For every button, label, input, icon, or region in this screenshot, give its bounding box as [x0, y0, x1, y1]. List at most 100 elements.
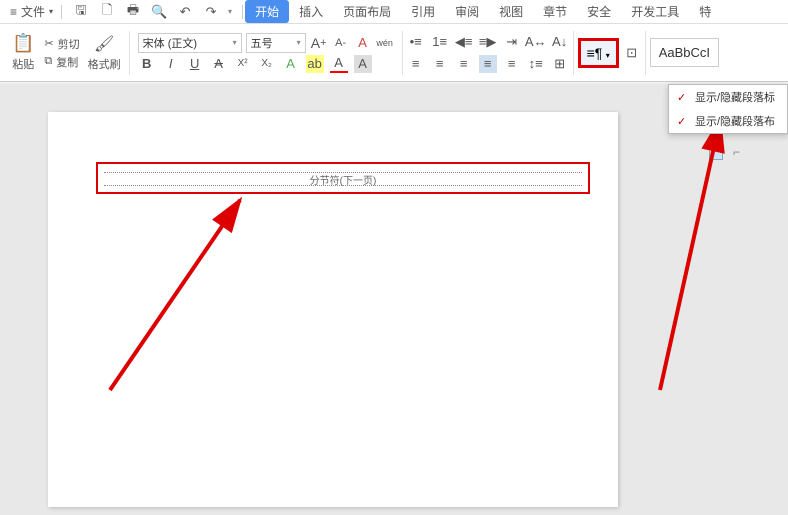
dropdown-item-label: 显示/隐藏段落标: [695, 89, 775, 105]
section-break-label: 分节符(下一页): [310, 172, 377, 187]
clipboard-group: ✂ 剪切 ⧉ 复制: [44, 36, 79, 70]
tab-developer[interactable]: 开发工具: [621, 0, 689, 23]
workspace: 分节符(下一页) ⌐: [0, 84, 788, 515]
superscript-button[interactable]: X²: [234, 55, 252, 73]
heading-nav-button[interactable]: ⊡: [623, 44, 641, 62]
separator: [402, 31, 403, 75]
font-size-combo[interactable]: 五号 ▾: [246, 33, 306, 53]
toggle-paragraph-layout[interactable]: ✓ 显示/隐藏段落布: [669, 109, 787, 133]
italic-button[interactable]: I: [162, 55, 180, 73]
quick-access-toolbar: 🖫 🗋 🖶 🔍 ↶ ↷ ▾: [64, 3, 240, 21]
document-page[interactable]: 分节符(下一页): [48, 112, 618, 507]
font-name-value: 宋体 (正文): [143, 35, 197, 51]
ribbon: 📋 粘贴 ✂ 剪切 ⧉ 复制 🖌 格式刷 宋体 (正文) ▾ 五号 ▾ A+ A…: [0, 24, 788, 82]
highlight-button[interactable]: ab: [306, 55, 324, 73]
align-distribute-button[interactable]: ≡: [503, 55, 521, 73]
align-center-button[interactable]: ≡: [431, 55, 449, 73]
preview-icon[interactable]: 🔍: [150, 3, 168, 21]
decrease-font-button[interactable]: A-: [332, 34, 350, 52]
chevron-down-icon: ▾: [606, 51, 610, 60]
scissors-icon: ✂: [44, 37, 53, 50]
tab-view[interactable]: 视图: [489, 0, 533, 23]
tab-review[interactable]: 审阅: [445, 0, 489, 23]
paragraph-group: •≡ 1≡ ◀≡ ≡▶ ⇥ A↔ A↓ ≡ ≡ ≡ ≡ ≡ ↕≡ ⊞: [407, 33, 569, 73]
font-size-value: 五号: [251, 35, 273, 51]
cut-button[interactable]: ✂ 剪切: [44, 36, 79, 52]
paste-button[interactable]: 📋 粘贴: [6, 31, 40, 74]
brush-label: 格式刷: [88, 56, 121, 72]
formatting-dropdown: ✓ 显示/隐藏段落标 ✓ 显示/隐藏段落布: [668, 84, 788, 134]
check-icon: ✓: [677, 115, 687, 128]
separator: [573, 31, 574, 75]
tab-chapter[interactable]: 章节: [533, 0, 577, 23]
clipboard-icon: 📋: [12, 33, 34, 54]
text-effects-button[interactable]: A: [282, 55, 300, 73]
nav-pane-thumb[interactable]: ⌐: [709, 144, 740, 160]
style-normal[interactable]: AaBbCcI: [650, 38, 719, 67]
align-left-button[interactable]: ≡: [407, 55, 425, 73]
tab-page-layout[interactable]: 页面布局: [333, 0, 401, 23]
underline-button[interactable]: U: [186, 55, 204, 73]
align-right-button[interactable]: ≡: [455, 55, 473, 73]
format-painter-button[interactable]: 🖌 格式刷: [84, 34, 125, 72]
chevron-down-icon[interactable]: ▾: [228, 7, 232, 16]
bold-button[interactable]: B: [138, 55, 156, 73]
chevron-down-icon: ▾: [49, 7, 53, 16]
increase-font-button[interactable]: A+: [310, 34, 328, 52]
file-menu[interactable]: ≡ 文件 ▾: [4, 3, 59, 20]
menubar: ≡ 文件 ▾ 🖫 🗋 🖶 🔍 ↶ ↷ ▾ 开始 插入 页面布局 引用 审阅 视图…: [0, 0, 788, 24]
separator: [242, 5, 243, 19]
separator: [61, 5, 62, 19]
style-sample-text: AaBbCcI: [659, 45, 710, 60]
page-container: 分节符(下一页): [0, 84, 788, 515]
show-hide-formatting-button[interactable]: ≡¶ ▾: [578, 38, 619, 68]
font-color-button[interactable]: A: [330, 55, 348, 73]
decrease-indent-button[interactable]: ◀≡: [455, 33, 473, 51]
check-icon: ✓: [677, 91, 687, 104]
toggle-paragraph-marks[interactable]: ✓ 显示/隐藏段落标: [669, 85, 787, 109]
clear-format-button[interactable]: A: [354, 34, 372, 52]
pilcrow-icon: ≡¶: [587, 45, 603, 61]
line-spacing-button[interactable]: ↕≡: [527, 55, 545, 73]
char-scale-button[interactable]: A↔: [527, 33, 545, 51]
print-icon[interactable]: 🖶: [124, 3, 142, 21]
shading-button[interactable]: A: [354, 55, 372, 73]
section-break[interactable]: 分节符(下一页): [104, 172, 582, 186]
ribbon-tabs: 开始 插入 页面布局 引用 审阅 视图 章节 安全 开发工具 特: [245, 0, 721, 23]
bullets-button[interactable]: •≡: [407, 33, 425, 51]
tab-home[interactable]: 开始: [245, 0, 289, 23]
align-justify-button[interactable]: ≡: [479, 55, 497, 73]
separator: [129, 31, 130, 75]
tab-insert[interactable]: 插入: [289, 0, 333, 23]
cursor-icon: ⌐: [733, 145, 740, 159]
page-icon: [709, 144, 723, 160]
font-group: 宋体 (正文) ▾ 五号 ▾ A+ A- A wén B I U A X² X₂…: [134, 33, 398, 73]
numbering-button[interactable]: 1≡: [431, 33, 449, 51]
hamburger-icon: ≡: [10, 5, 17, 19]
strikethrough-button[interactable]: A: [210, 55, 228, 73]
copy-icon: ⧉: [44, 55, 52, 68]
subscript-button[interactable]: X₂: [258, 55, 276, 73]
undo-icon[interactable]: ↶: [176, 3, 194, 21]
increase-indent-button[interactable]: ≡▶: [479, 33, 497, 51]
phonetic-button[interactable]: wén: [376, 34, 394, 52]
redo-icon[interactable]: ↷: [202, 3, 220, 21]
cut-label: 剪切: [58, 36, 80, 52]
chevron-down-icon: ▾: [297, 38, 301, 47]
tab-stops-button[interactable]: ⇥: [503, 33, 521, 51]
file-label: 文件: [21, 3, 45, 20]
paste-label: 粘贴: [12, 56, 34, 72]
tab-references[interactable]: 引用: [401, 0, 445, 23]
sort-button[interactable]: A↓: [551, 33, 569, 51]
separator: [645, 31, 646, 75]
copy-button[interactable]: ⧉ 复制: [44, 54, 79, 70]
save-icon[interactable]: 🖫: [72, 3, 90, 21]
dropdown-item-label: 显示/隐藏段落布: [695, 113, 775, 129]
font-name-combo[interactable]: 宋体 (正文) ▾: [138, 33, 242, 53]
show-hide-group: ≡¶ ▾: [578, 38, 619, 68]
tab-extra[interactable]: 特: [689, 0, 721, 23]
tab-security[interactable]: 安全: [577, 0, 621, 23]
save-as-icon[interactable]: 🗋: [98, 3, 116, 21]
borders-button[interactable]: ⊞: [551, 55, 569, 73]
brush-icon: 🖌: [94, 34, 114, 54]
